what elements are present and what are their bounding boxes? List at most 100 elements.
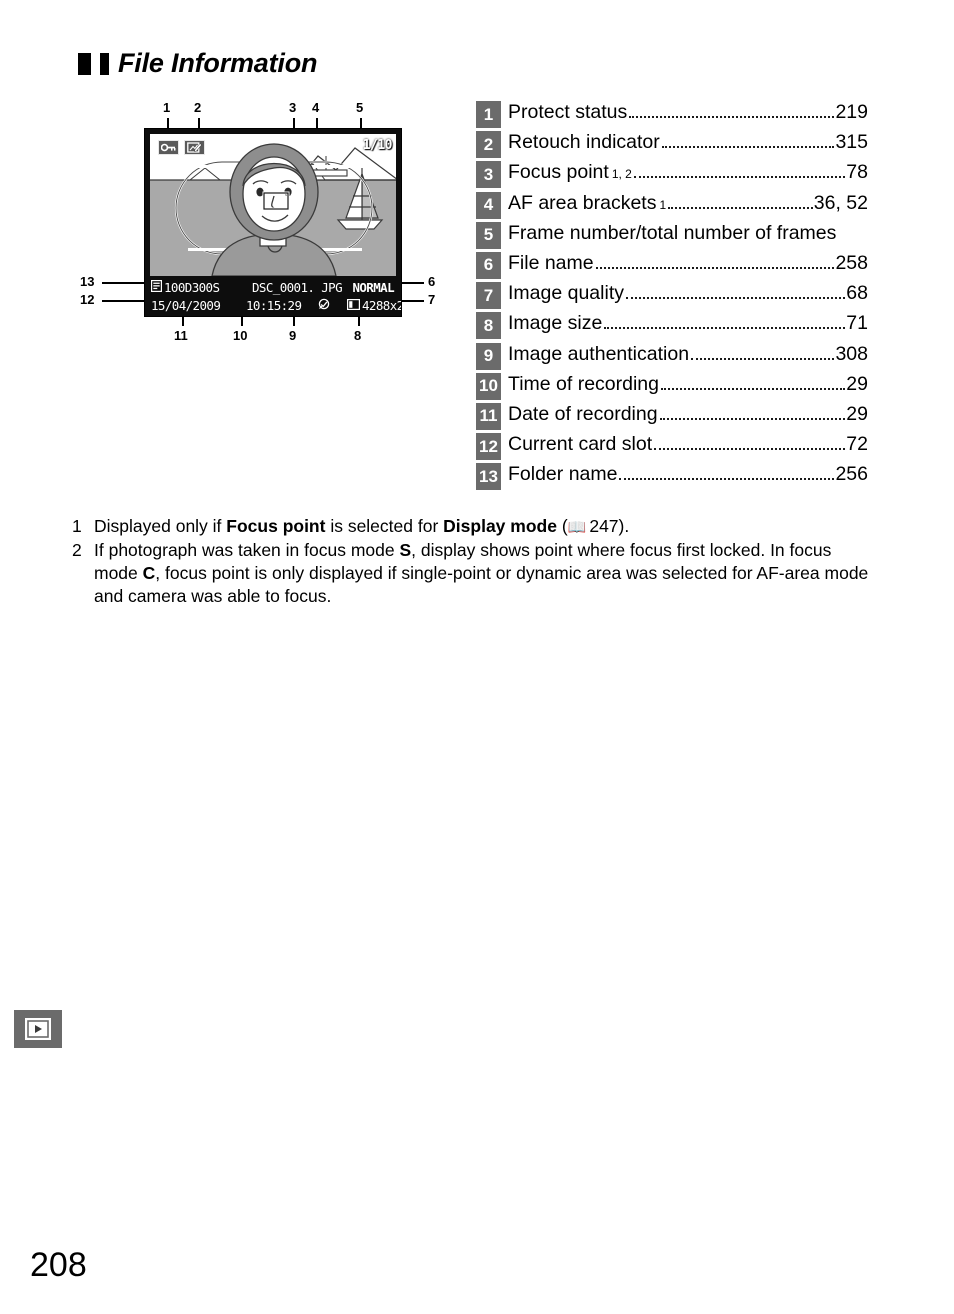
list-item-badge: 11 — [476, 402, 501, 430]
list-item-badge: 2 — [476, 131, 501, 159]
callout-number-10: 10 — [233, 328, 248, 343]
footnote-1: 1 Displayed only if Focus point is selec… — [72, 515, 872, 539]
callout-number-1: 1 — [163, 100, 171, 115]
list-item-page-number: 29 — [846, 372, 868, 395]
list-item-label: Image quality — [508, 282, 624, 305]
list-item-dot-leader — [659, 417, 846, 420]
list-item-badge: 1 — [476, 101, 501, 128]
list-item-badge: 12 — [476, 433, 501, 461]
page-title: File Information — [118, 48, 318, 78]
image-size-value: 4288x2848 — [362, 298, 401, 313]
date-of-recording-value: 15/04/2009 — [151, 298, 221, 313]
image-quality-value: NORMAL — [352, 280, 394, 295]
list-item-badge: 5 — [476, 221, 501, 249]
list-item-page-number: 308 — [835, 342, 868, 365]
sample-photograph: 1/10 — [150, 134, 396, 276]
monitor-info-row-1: 100D300S DSC_0001. JPG NORMAL — [145, 279, 401, 297]
list-item-dot-leader — [691, 357, 835, 360]
list-item-label: Date of recording — [508, 402, 658, 425]
list-item-dot-leader — [629, 116, 835, 118]
list-item-label: Image size — [508, 312, 603, 335]
list-item-page-number: 315 — [835, 131, 868, 154]
time-of-recording-value: 10:15:29 — [246, 298, 302, 313]
callout-number-8: 8 — [354, 328, 362, 343]
list-item: 10 Time of recording 29 — [476, 372, 868, 403]
callout-number-9: 9 — [289, 328, 297, 343]
page-number: 208 — [30, 1246, 87, 1284]
list-item-label: Folder name — [508, 463, 618, 486]
list-item: 6 File name 258 — [476, 251, 868, 282]
list-item-label: Frame number/total number of frames — [508, 221, 837, 244]
callout-number-3: 3 — [289, 100, 297, 115]
list-item-label: Protect status — [508, 101, 628, 123]
list-item-label: Time of recording — [508, 372, 660, 395]
list-item: 9 Image authentication 308 — [476, 342, 868, 373]
image-size-icon — [347, 298, 361, 313]
photo-illustration — [150, 134, 396, 276]
card-slot-glyph — [151, 280, 163, 293]
list-item-label: File name — [508, 251, 594, 274]
list-item-dot-leader — [654, 448, 846, 451]
list-item-page-number: 72 — [846, 433, 868, 456]
footnote-1-part4: ). — [618, 516, 630, 536]
list-item-label: Retouch indicator — [508, 131, 660, 154]
footnote-1-part3: ( — [556, 516, 568, 536]
footnote-1-bold1: Focus point — [226, 516, 326, 536]
heading-bullet-square-1 — [78, 52, 91, 75]
list-item: 7 Image quality 68 — [476, 282, 868, 312]
playback-section-tab — [14, 1010, 62, 1048]
callout-number-11: 11 — [174, 328, 188, 343]
list-item: 4 AF area brackets 1 36, 52 — [476, 191, 868, 222]
image-authentication-icon — [318, 298, 330, 313]
list-item: 3 Focus point 1, 2 78 — [476, 161, 868, 191]
list-item: 12 Current card slot 72 — [476, 433, 868, 463]
list-item: 11 Date of recording 29 — [476, 402, 868, 433]
callout-number-12: 12 — [80, 292, 95, 307]
list-item-page-number: 258 — [835, 251, 868, 274]
footnote-1-part2: is selected for — [325, 516, 444, 536]
key-protect-icon — [158, 140, 179, 155]
footnote-2-body: If photograph was taken in focus mode S,… — [94, 539, 872, 608]
list-item-page-number: 78 — [846, 161, 868, 184]
callout-number-6: 6 — [428, 274, 436, 289]
list-item-label: Current card slot — [508, 433, 653, 456]
callout-number-2: 2 — [194, 100, 202, 115]
list-item-badge: 9 — [476, 342, 501, 370]
camera-monitor-figure: 1 2 3 4 5 11 10 9 8 13 12 6 7 1/10 100D3… — [78, 96, 458, 356]
list-item-dot-leader — [668, 206, 813, 209]
list-item-badge: 6 — [476, 251, 501, 279]
page-heading: File Information — [78, 48, 318, 79]
list-item-page-number: 36, 52 — [813, 191, 868, 214]
list-item-footnote-marker: 1 — [659, 197, 667, 212]
list-item: 1 Protect status 219 — [476, 101, 868, 131]
list-item: 13 Folder name 256 — [476, 463, 868, 493]
list-item-dot-leader — [619, 478, 835, 481]
list-item-badge: 10 — [476, 372, 501, 400]
list-item-dot-leader — [661, 146, 835, 149]
footnote-2-part3: , focus point is only displayed if singl… — [94, 563, 869, 606]
list-item-badge: 8 — [476, 312, 501, 340]
list-item-footnote-marker: 1, 2 — [611, 167, 632, 182]
authentication-glyph — [318, 298, 330, 310]
list-item-badge: 13 — [476, 463, 501, 491]
list-item-dot-leader — [625, 297, 846, 300]
footnote-2-number: 2 — [72, 540, 82, 560]
footnote-2: 2 If photograph was taken in focus mode … — [72, 539, 872, 608]
list-item-label: Focus point — [508, 161, 609, 184]
list-item-page-number: 68 — [846, 282, 868, 305]
list-item-badge: 4 — [476, 191, 501, 219]
callout-number-13: 13 — [80, 274, 95, 289]
list-item-label: Image authentication — [508, 342, 690, 365]
list-item-dot-leader — [633, 176, 846, 179]
list-item-dot-leader — [661, 387, 846, 390]
list-item-page-number: 256 — [835, 463, 868, 486]
footnote-2-bold1: S — [399, 540, 412, 560]
book-reference-icon: 📖 — [567, 519, 587, 536]
list-item-badge: 3 — [476, 161, 501, 189]
folder-name-value: 100D300S — [164, 280, 220, 295]
heading-bullet-square-2 — [100, 52, 109, 75]
key-glyph — [161, 143, 176, 152]
camera-monitor-screen: 1/10 100D300S DSC_0001. JPG NORMAL 15/04… — [144, 128, 402, 317]
footnote-1-bold2: Display mode — [443, 516, 557, 536]
footnote-1-body: Displayed only if Focus point is selecte… — [94, 515, 872, 539]
